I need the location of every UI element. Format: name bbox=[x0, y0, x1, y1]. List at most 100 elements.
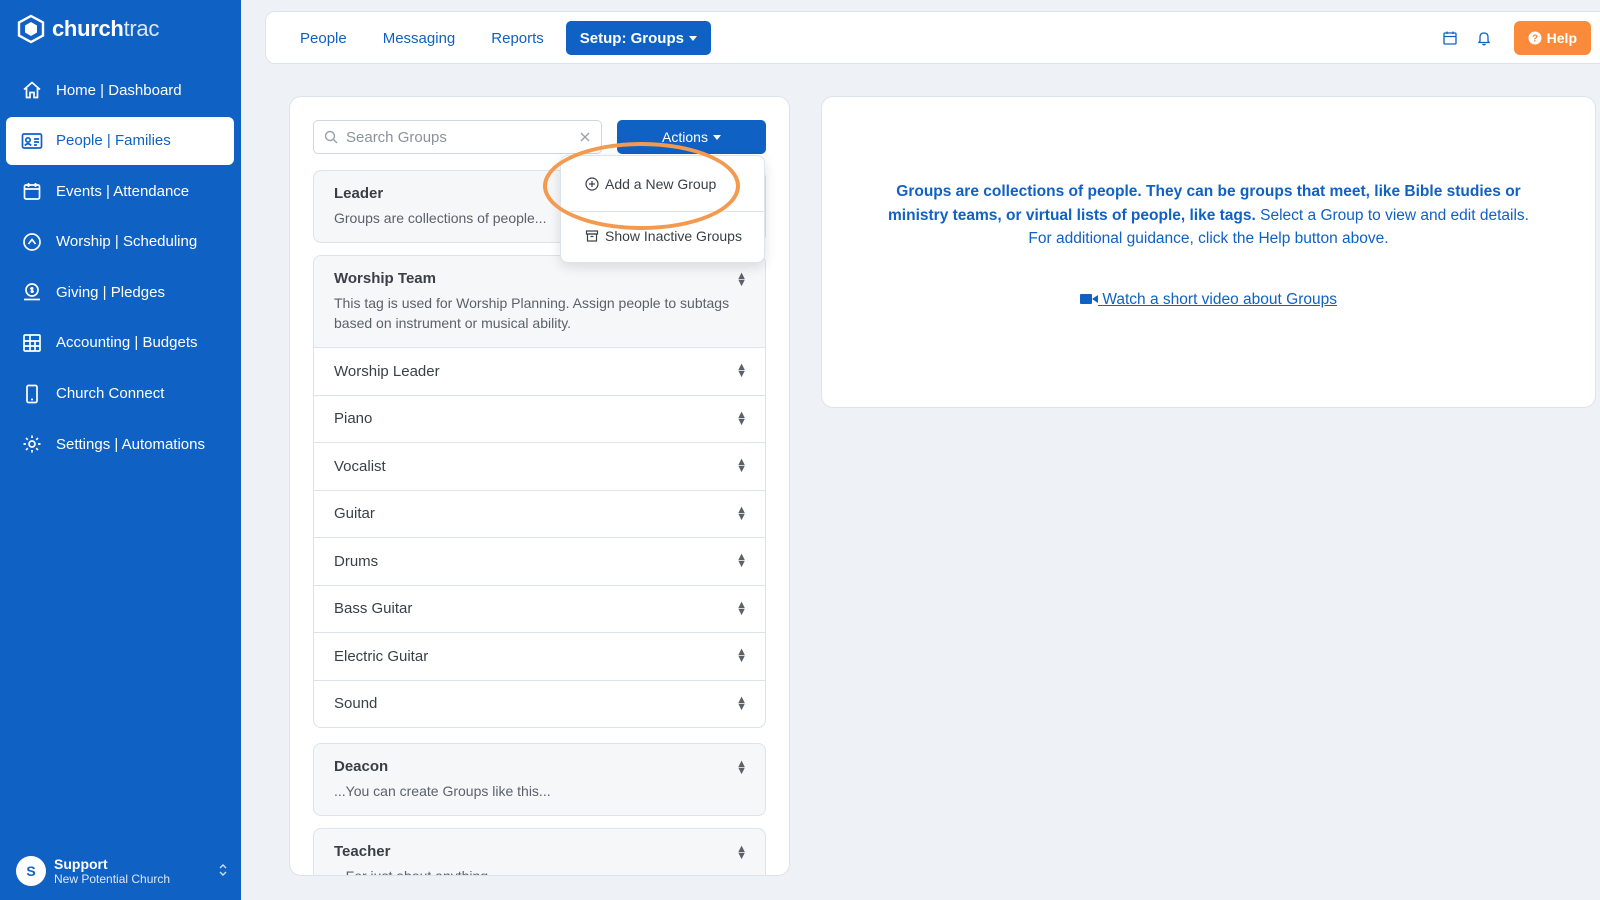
video-link-label: Watch a short video about Groups bbox=[1102, 291, 1337, 308]
calendar-icon bbox=[20, 179, 44, 203]
sort-handle-icon[interactable]: ▲ ▼ bbox=[736, 457, 747, 475]
sort-handle-icon[interactable]: ▲ ▼ bbox=[736, 552, 747, 570]
plus-circle-icon bbox=[585, 177, 599, 191]
churchtrac-logo-icon bbox=[17, 14, 45, 44]
tab-label: People bbox=[300, 29, 347, 47]
tab-reports[interactable]: Reports bbox=[477, 21, 558, 55]
group-info-panel: Groups are collections of people. They c… bbox=[821, 96, 1596, 408]
clear-icon[interactable] bbox=[579, 131, 591, 143]
video-link-row: Watch a short video about Groups bbox=[822, 291, 1595, 309]
church-name: New Potential Church bbox=[54, 872, 171, 886]
user-name: Support bbox=[54, 856, 108, 872]
gear-icon bbox=[20, 432, 44, 456]
tab-label: Setup: Groups bbox=[579, 29, 684, 47]
menu-divider bbox=[561, 211, 764, 212]
sidebar-item-church-connect[interactable]: Church Connect bbox=[6, 370, 234, 418]
sort-handle-icon[interactable]: ▲ ▼ bbox=[736, 362, 747, 380]
sidebar-item-people[interactable]: People | Families bbox=[6, 116, 234, 165]
help-button[interactable]: ? Help bbox=[1513, 21, 1591, 55]
info-text: Groups are collections of people. They c… bbox=[882, 180, 1535, 251]
top-nav-bar: People Messaging Reports Setup: Groups ?… bbox=[265, 11, 1600, 64]
sort-handle-icon[interactable]: ▲ ▼ bbox=[736, 694, 747, 712]
tab-label: Reports bbox=[491, 29, 544, 47]
sort-handle-icon[interactable]: ▲ ▼ bbox=[736, 409, 747, 427]
group-title: Deacon bbox=[334, 758, 389, 775]
actions-button[interactable]: Actions bbox=[617, 120, 766, 154]
subgroup-row[interactable]: Worship Leader ▲ ▼ bbox=[314, 347, 765, 395]
sort-handle-icon[interactable]: ▲ ▼ bbox=[736, 271, 747, 289]
sidebar-item-label: Home | Dashboard bbox=[56, 81, 182, 99]
group-description: ...You can create Groups like this... bbox=[334, 783, 551, 799]
subgroup-row[interactable]: Drums ▲ ▼ bbox=[314, 537, 765, 585]
subgroup-label: Piano bbox=[334, 410, 373, 428]
search-input[interactable] bbox=[346, 128, 579, 146]
menu-item-label: Show Inactive Groups bbox=[605, 228, 742, 244]
calendar-icon[interactable] bbox=[1440, 28, 1460, 48]
group-title: Teacher bbox=[334, 843, 391, 860]
music-icon bbox=[20, 230, 44, 254]
subgroup-row[interactable]: Electric Guitar ▲ ▼ bbox=[314, 632, 765, 680]
subgroup-label: Guitar bbox=[334, 505, 375, 523]
group-card-deacon[interactable]: Deacon ...You can create Groups like thi… bbox=[313, 743, 766, 816]
sidebar-item-label: Events | Attendance bbox=[56, 182, 190, 200]
search-icon bbox=[324, 130, 338, 144]
sidebar-item-label: People | Families bbox=[56, 132, 171, 150]
sidebar-item-accounting[interactable]: Accounting | Budgets bbox=[6, 319, 234, 367]
grid-icon bbox=[20, 331, 44, 355]
brand-name-bold: church bbox=[52, 16, 124, 41]
show-inactive-groups-menu-item[interactable]: Show Inactive Groups bbox=[585, 228, 742, 244]
brand-logo[interactable]: churchtrac bbox=[16, 14, 159, 44]
sort-handle-icon[interactable]: ▲ ▼ bbox=[736, 599, 747, 617]
sidebar-item-giving[interactable]: Giving | Pledges bbox=[6, 268, 234, 316]
phone-icon bbox=[20, 382, 44, 406]
group-card-teacher[interactable]: Teacher ...For just about anything ▲ ▼ bbox=[313, 828, 766, 876]
sidebar-item-events[interactable]: Events | Attendance bbox=[6, 167, 234, 215]
sort-handle-icon[interactable]: ▲ ▼ bbox=[736, 844, 747, 862]
group-card-worship-team: Worship Team This tag is used for Worshi… bbox=[313, 255, 766, 728]
sidebar-item-label: Worship | Scheduling bbox=[56, 233, 198, 251]
add-new-group-menu-item[interactable]: Add a New Group bbox=[585, 176, 716, 192]
tab-setup-groups[interactable]: Setup: Groups bbox=[565, 21, 711, 55]
video-camera-icon bbox=[1080, 294, 1099, 304]
brand-name-light: trac bbox=[123, 16, 160, 41]
sort-handle-icon[interactable]: ▲ ▼ bbox=[736, 647, 747, 665]
sort-handle-icon[interactable]: ▲ ▼ bbox=[736, 759, 747, 777]
user-menu[interactable]: S Support New Potential Church bbox=[16, 856, 228, 886]
sidebar-item-home[interactable]: Home | Dashboard bbox=[6, 66, 234, 114]
id-card-icon bbox=[20, 129, 44, 153]
subgroup-row[interactable]: Vocalist ▲ ▼ bbox=[314, 442, 765, 490]
search-groups-field[interactable] bbox=[313, 120, 602, 154]
chevron-updown-icon bbox=[218, 863, 228, 880]
actions-dropdown-menu: Add a New Group Show Inactive Groups bbox=[560, 155, 765, 263]
watch-video-link[interactable]: Watch a short video about Groups bbox=[1080, 291, 1337, 308]
group-header[interactable]: Worship Team This tag is used for Worshi… bbox=[314, 256, 765, 347]
question-circle-icon: ? bbox=[1528, 31, 1542, 45]
bell-icon[interactable] bbox=[1474, 28, 1494, 48]
subgroup-row[interactable]: Piano ▲ ▼ bbox=[314, 394, 765, 442]
subgroup-label: Worship Leader bbox=[334, 362, 440, 380]
donation-icon bbox=[20, 280, 44, 304]
subgroup-label: Sound bbox=[334, 695, 378, 713]
group-description: This tag is used for Worship Planning. A… bbox=[334, 295, 730, 331]
caret-down-icon bbox=[712, 134, 721, 140]
menu-item-label: Add a New Group bbox=[605, 176, 717, 192]
help-label: Help bbox=[1546, 30, 1577, 46]
sidebar-item-label: Giving | Pledges bbox=[56, 283, 165, 301]
subgroup-label: Drums bbox=[334, 552, 379, 570]
avatar: S bbox=[16, 856, 46, 886]
tab-label: Messaging bbox=[382, 29, 456, 47]
subgroup-row[interactable]: Sound ▲ ▼ bbox=[314, 679, 765, 727]
sidebar: churchtrac Home | Dashboard People | Fam… bbox=[0, 0, 241, 900]
tab-messaging[interactable]: Messaging bbox=[369, 21, 470, 55]
sidebar-item-label: Settings | Automations bbox=[56, 435, 205, 453]
group-description: ...For just about anything bbox=[334, 868, 489, 876]
subgroup-row[interactable]: Guitar ▲ ▼ bbox=[314, 489, 765, 537]
subgroup-row[interactable]: Bass Guitar ▲ ▼ bbox=[314, 584, 765, 632]
caret-down-icon bbox=[688, 35, 697, 41]
sidebar-item-worship[interactable]: Worship | Scheduling bbox=[6, 218, 234, 266]
sidebar-item-label: Church Connect bbox=[56, 385, 165, 403]
tab-people[interactable]: People bbox=[286, 21, 361, 55]
sidebar-item-settings[interactable]: Settings | Automations bbox=[6, 420, 234, 468]
archive-icon bbox=[585, 230, 599, 242]
sort-handle-icon[interactable]: ▲ ▼ bbox=[736, 504, 747, 522]
